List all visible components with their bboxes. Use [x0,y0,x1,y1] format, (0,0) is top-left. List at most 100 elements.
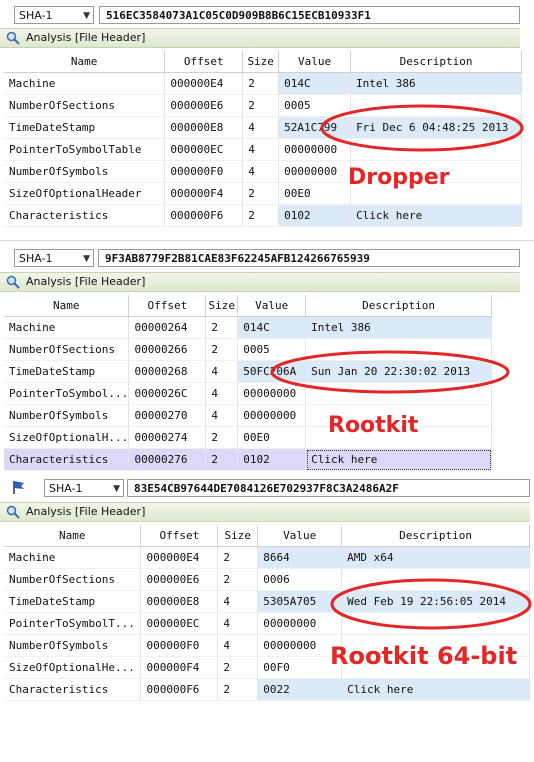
column-header-size[interactable]: Size [217,525,259,547]
hash-value-field-1[interactable]: 516EC3584073A1C05C0D909B8B6C15ECB10933F1 [99,6,520,24]
cell-value: 014C [237,316,307,339]
analysis-header-1: Analysis [File Header] [0,28,520,48]
cell-name: Characteristics [4,204,166,227]
analysis-title: Analysis [File Header] [26,31,146,44]
cell-offset: 00000270 [128,404,207,427]
analysis-header-3: Analysis [File Header] [0,502,530,522]
cell-size: 2 [205,338,239,361]
cell-size: 2 [205,426,239,449]
table-row[interactable]: Machine 000000E4 2 8664 AMD x64 [4,546,530,569]
cell-offset: 000000E4 [140,546,219,569]
hash-value-field-2[interactable]: 9F3AB8779F2B81CAE83F62245AFB124266765939 [98,249,520,267]
annotation-ellipse-1 [320,104,524,152]
cell-size: 4 [217,634,259,657]
column-header-offset[interactable]: Offset [164,51,244,73]
cell-size: 2 [205,448,239,471]
column-header-offset[interactable]: Offset [140,525,219,547]
column-header-description[interactable]: Description [305,295,492,317]
analysis-title: Analysis [File Header] [26,275,146,288]
hash-algorithm-select-1[interactable]: SHA-1 ▼ [14,6,94,24]
table-row[interactable]: SizeOfOptionalH... 00000274 2 00E0 [4,426,492,449]
flag-icon [13,481,24,494]
cell-size: 2 [217,546,259,569]
annotation-label-dropper: Dropper [348,165,450,190]
cell-offset: 00000276 [128,448,207,471]
cell-offset: 000000F0 [164,160,244,183]
cell-name: Machine [4,72,166,95]
cell-value: 00E0 [237,426,307,449]
hash-algorithm-label: SHA-1 [19,9,53,22]
column-header-offset[interactable]: Offset [128,295,207,317]
cell-size: 4 [205,360,239,383]
column-header-name[interactable]: Name [4,295,130,317]
cell-offset: 000000E8 [164,116,244,139]
column-header-name[interactable]: Name [4,525,142,547]
cell-offset: 00000274 [128,426,207,449]
analysis-header-2: Analysis [File Header] [0,272,520,292]
column-header-description[interactable]: Description [341,525,530,547]
cell-offset: 00000264 [128,316,207,339]
cell-value: 00000000 [237,404,307,427]
column-header-name[interactable]: Name [4,51,166,73]
cell-size: 4 [217,590,259,613]
cell-name: Machine [4,316,130,339]
cell-value: 014C [278,72,352,95]
cell-description: Intel 386 [350,72,522,95]
cell-size: 4 [205,404,239,427]
cell-value: 8664 [257,546,343,569]
cell-offset: 000000E4 [164,72,244,95]
cell-value: 0022 [257,678,343,701]
annotation-label-rootkit: Rootkit [328,413,419,438]
table-row[interactable]: Characteristics 000000F6 2 0102 Click he… [4,204,522,227]
table-header-row: Name Offset Size Value Description [4,295,492,317]
chevron-down-icon: ▼ [83,254,90,264]
cell-name: SizeOfOptionalHe... [4,656,142,679]
cell-size: 4 [217,612,259,635]
column-header-value[interactable]: Value [237,295,307,317]
cell-size: 2 [242,204,280,227]
cell-offset: 000000F4 [140,656,219,679]
cell-value: 00E0 [278,182,352,205]
cell-name: TimeDateStamp [4,590,142,613]
divider [0,240,534,241]
click-here-link[interactable]: Click here [350,204,522,227]
annotation-ellipse-2 [270,350,510,394]
magnifier-icon [6,275,20,289]
hash-algorithm-select-3[interactable]: SHA-1 ▼ [44,479,124,497]
chevron-down-icon: ▼ [83,11,90,21]
cell-offset: 000000E8 [140,590,219,613]
cell-size: 2 [205,316,239,339]
click-here-link[interactable]: Click here [305,448,492,471]
column-header-size[interactable]: Size [242,51,280,73]
cell-offset: 00000266 [128,338,207,361]
column-header-description[interactable]: Description [350,51,522,73]
table-row[interactable]: Machine 00000264 2 014C Intel 386 [4,316,492,339]
cell-offset: 000000E6 [164,94,244,117]
analysis-title: Analysis [File Header] [26,505,146,518]
cell-name: SizeOfOptionalH... [4,426,130,449]
cell-size: 2 [217,568,259,591]
cell-size: 4 [242,138,280,161]
column-header-value[interactable]: Value [278,51,352,73]
cell-offset: 000000EC [164,138,244,161]
cell-value: 0102 [237,448,307,471]
table-header-row: Name Offset Size Value Description [4,51,522,73]
table-row[interactable]: Machine 000000E4 2 014C Intel 386 [4,72,522,95]
cell-size: 4 [205,382,239,405]
table-row[interactable]: Characteristics 000000F6 2 0022 Click he… [4,678,530,701]
cell-name: Machine [4,546,142,569]
hash-bar-3: SHA-1 ▼ 83E54CB97644DE7084126E702937F8C3… [0,477,534,499]
table-row-selected[interactable]: Characteristics 00000276 2 0102 Click he… [4,448,492,471]
cell-offset: 000000F6 [140,678,219,701]
column-header-size[interactable]: Size [205,295,239,317]
hash-algorithm-select-2[interactable]: SHA-1 ▼ [14,249,94,267]
annotation-ellipse-3 [330,578,532,630]
hash-value-field-3[interactable]: 83E54CB97644DE7084126E702937F8C3A2486A2F [127,479,530,497]
cell-offset: 000000EC [140,612,219,635]
cell-name: Characteristics [4,448,130,471]
hash-bar-2: SHA-1 ▼ 9F3AB8779F2B81CAE83F62245AFB1242… [0,247,534,269]
cell-name: NumberOfSymbols [4,634,142,657]
click-here-link[interactable]: Click here [341,678,530,701]
table-row[interactable]: NumberOfSymbols 00000270 4 00000000 [4,404,492,427]
column-header-value[interactable]: Value [257,525,343,547]
